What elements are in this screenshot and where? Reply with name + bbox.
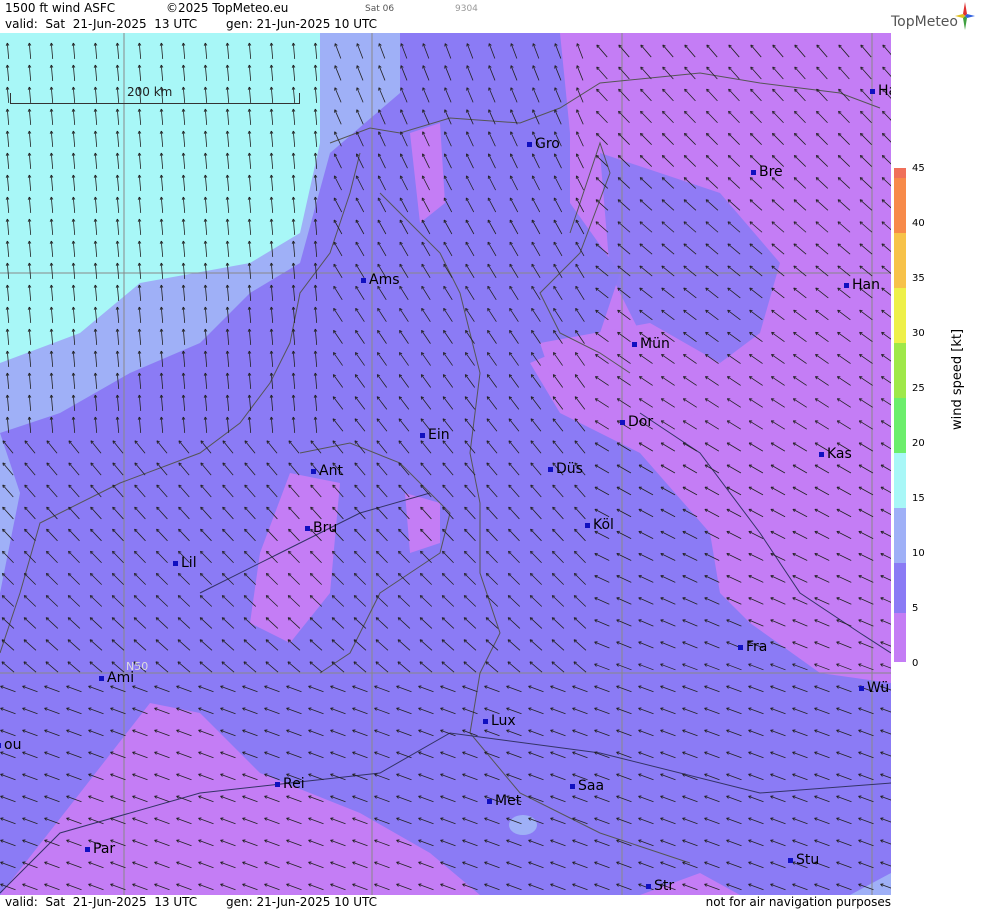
city-label: Par — [85, 842, 115, 856]
disclaimer: not for air navigation purposes — [705, 895, 891, 909]
city-marker-icon — [483, 718, 488, 724]
city-label: Lux — [483, 714, 516, 728]
city-label: Gro — [527, 137, 560, 151]
city-label: Fra — [738, 640, 767, 654]
city-label: Str — [646, 879, 674, 893]
gen-time: gen: 21-Jun-2025 10 UTC — [226, 17, 378, 31]
city-marker-icon — [420, 432, 425, 438]
city-label: Met — [487, 794, 521, 808]
valid-time: valid: Sat 21-Jun-2025 13 UTC — [5, 17, 198, 31]
legend-tick: 20 — [912, 438, 925, 449]
id-code: 9304 — [455, 4, 478, 14]
city-marker-icon — [305, 525, 310, 531]
copyright: ©2025 TopMeteo.eu — [166, 1, 289, 15]
product-title: 1500 ft wind ASFC — [5, 1, 116, 15]
topmeteo-logo: TopMeteo — [885, 2, 975, 32]
city-marker-icon — [620, 419, 625, 425]
city-marker-icon — [0, 742, 1, 748]
legend-tick: 15 — [912, 493, 925, 504]
city-label: Ami — [99, 671, 134, 685]
legend-tick: 45 — [912, 163, 925, 174]
city-label: Ein — [420, 428, 450, 442]
scale-bar-label: 200 km — [127, 85, 173, 99]
logo-text: TopMeteo — [891, 14, 958, 30]
compass-icon — [955, 2, 975, 30]
city-marker-icon — [311, 468, 316, 474]
legend-swatch-40-45 — [894, 178, 906, 233]
city-marker-icon — [361, 277, 366, 283]
city-label: Saa — [570, 779, 604, 793]
city-marker-icon — [870, 88, 875, 94]
city-marker-icon — [632, 341, 637, 347]
legend-swatch-10-15 — [894, 508, 906, 563]
city-marker-icon — [85, 846, 90, 852]
city-label: Lil — [173, 556, 197, 570]
legend-swatch-45 — [894, 168, 906, 178]
legend-tick: 5 — [912, 603, 919, 614]
city-label: ou — [0, 738, 21, 752]
legend-swatch-20-25 — [894, 398, 906, 453]
legend-title: wind speed [kt] — [950, 328, 965, 430]
city-label: Ha — [870, 84, 891, 98]
city-marker-icon — [646, 883, 651, 889]
city-marker-icon — [527, 141, 532, 147]
city-label: Rei — [275, 777, 305, 791]
legend-swatch-25-30 — [894, 343, 906, 398]
city-label: Wü — [859, 681, 889, 695]
city-marker-icon — [819, 451, 824, 457]
city-marker-icon — [844, 282, 849, 288]
legend-tick: 25 — [912, 383, 925, 394]
legend-tick: 10 — [912, 548, 925, 559]
footer-gen-time: gen: 21-Jun-2025 10 UTC — [226, 895, 378, 909]
legend-tick: 40 — [912, 218, 925, 229]
city-marker-icon — [859, 685, 864, 691]
city-label: Ant — [311, 464, 343, 478]
city-marker-icon — [570, 783, 575, 789]
city-marker-icon — [173, 560, 178, 566]
city-marker-icon — [788, 857, 793, 863]
city-marker-icon — [275, 781, 280, 787]
city-marker-icon — [99, 675, 104, 681]
city-label: Kas — [819, 447, 852, 461]
legend-swatch-5-10 — [894, 563, 906, 613]
legend-swatch-0-5 — [894, 613, 906, 662]
city-label: Stu — [788, 853, 819, 867]
city-label: Bre — [751, 165, 783, 179]
city-label: Düs — [548, 462, 583, 476]
legend-swatch-15-20 — [894, 453, 906, 508]
city-marker-icon — [487, 798, 492, 804]
city-label: Dor — [620, 415, 653, 429]
wind-speed-colorbar — [894, 168, 906, 662]
city-marker-icon — [751, 169, 756, 175]
city-label: Köl — [585, 518, 614, 532]
city-marker-icon — [738, 644, 743, 650]
footer-valid-time: valid: Sat 21-Jun-2025 13 UTC — [5, 895, 198, 909]
city-label: Ams — [361, 273, 400, 287]
map-canvas — [0, 33, 891, 895]
wind-map[interactable]: 200 km N50 HaGroBreAmsHanMünDorEinKasDüs… — [0, 33, 891, 895]
legend-tick: 30 — [912, 328, 925, 339]
city-marker-icon — [548, 466, 553, 472]
city-label: Bru — [305, 521, 337, 535]
legend-tick: 35 — [912, 273, 925, 284]
city-label: Mün — [632, 337, 670, 351]
city-marker-icon — [585, 522, 590, 528]
day-code: Sat 06 — [365, 4, 395, 14]
city-label: Han — [844, 278, 880, 292]
legend-tick: 0 — [912, 658, 919, 669]
legend-swatch-35-40 — [894, 233, 906, 288]
legend-swatch-30-35 — [894, 288, 906, 343]
